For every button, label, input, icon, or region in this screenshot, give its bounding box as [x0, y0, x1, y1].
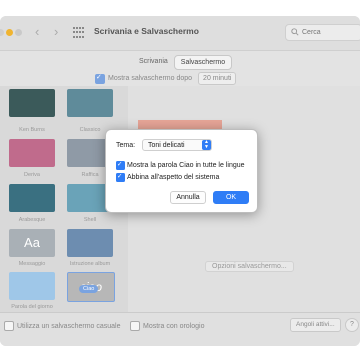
- theme-select[interactable]: Toni delicati ▲ ▼: [142, 139, 212, 151]
- show-all-grid-icon[interactable]: [73, 27, 85, 39]
- chevron-updown-icon: ▲ ▼: [202, 140, 211, 150]
- show-clock-checkbox[interactable]: [130, 321, 140, 331]
- forward-arrow-icon[interactable]: ›: [54, 25, 58, 39]
- show-after-option: Mostra salvaschermo dopo 20 minuti: [95, 72, 237, 86]
- tab-scrivania[interactable]: Scrivania: [133, 55, 174, 68]
- search-field[interactable]: [285, 24, 360, 41]
- random-saver-label: Utilizza un salvaschermo casuale: [17, 322, 121, 330]
- saver-label: Ken Burns: [19, 127, 45, 133]
- tab-bar: Scrivania Salvaschermo: [133, 55, 233, 70]
- match-appearance-checkbox[interactable]: [116, 172, 125, 182]
- bottom-bar: Utilizza un salvaschermo casuale Mostra …: [0, 312, 360, 346]
- minimize-window-button[interactable]: [6, 29, 13, 36]
- search-icon: [291, 28, 299, 36]
- theme-label: Tema:: [116, 142, 136, 149]
- ok-button[interactable]: OK: [213, 191, 249, 204]
- saver-label: Deriva: [24, 172, 40, 178]
- all-languages-option[interactable]: Mostra la parola Ciao in tutte le lingue: [116, 160, 245, 170]
- tab-salvaschermo[interactable]: Salvaschermo: [173, 55, 233, 70]
- saver-label: Arabesque: [18, 217, 46, 223]
- hot-corners-button[interactable]: Angoli attivi...: [290, 318, 341, 332]
- saver-label-selected: Ciao: [79, 285, 99, 293]
- show-after-select[interactable]: 20 minuti: [198, 72, 237, 85]
- theme-select-value: Toni delicati: [148, 142, 185, 149]
- saver-thumb-classico[interactable]: [67, 89, 113, 117]
- window-title: Scrivania e Salvaschermo: [94, 26, 199, 36]
- saver-label: Istruzione album: [69, 261, 111, 267]
- saver-thumb-istruzione-album[interactable]: [67, 229, 113, 257]
- match-appearance-label: Abbina all'aspetto del sistema: [127, 174, 220, 181]
- show-after-label: Mostra salvaschermo dopo: [108, 75, 193, 82]
- show-clock-label: Mostra con orologio: [143, 322, 205, 330]
- saver-thumb-parola-del-giorno[interactable]: [9, 272, 55, 300]
- show-clock-option[interactable]: Mostra con orologio: [130, 321, 204, 331]
- screensaver-options-button[interactable]: Opzioni salvaschermo...: [205, 261, 294, 272]
- all-languages-checkbox[interactable]: [116, 160, 125, 170]
- saver-label: Messaggio: [18, 261, 46, 267]
- search-input[interactable]: [302, 26, 357, 38]
- saver-label: Shell: [83, 217, 97, 223]
- all-languages-label: Mostra la parola Ciao in tutte le lingue: [127, 162, 245, 169]
- saver-thumb-messaggio[interactable]: Aa: [9, 229, 55, 257]
- match-appearance-option[interactable]: Abbina all'aspetto del sistema: [116, 172, 220, 182]
- show-after-checkbox[interactable]: [95, 73, 105, 84]
- titlebar: ‹ › Scrivania e Salvaschermo: [0, 16, 360, 51]
- saver-thumb-ken-burns[interactable]: [9, 89, 55, 117]
- saver-label: Parola del giorno: [11, 304, 53, 310]
- ciao-options-dialog: Tema: Toni delicati ▲▼ Mostra la parola …: [105, 129, 258, 213]
- close-window-button[interactable]: [0, 29, 4, 36]
- saver-thumb-arabesque[interactable]: [9, 184, 55, 212]
- zoom-window-button[interactable]: [15, 29, 22, 36]
- help-button[interactable]: ?: [345, 318, 359, 332]
- saver-thumb-deriva[interactable]: [9, 139, 55, 167]
- cancel-button[interactable]: Annulla: [170, 191, 206, 204]
- random-saver-checkbox[interactable]: [4, 321, 14, 331]
- random-saver-option[interactable]: Utilizza un salvaschermo casuale: [4, 321, 121, 331]
- back-arrow-icon[interactable]: ‹: [35, 25, 39, 39]
